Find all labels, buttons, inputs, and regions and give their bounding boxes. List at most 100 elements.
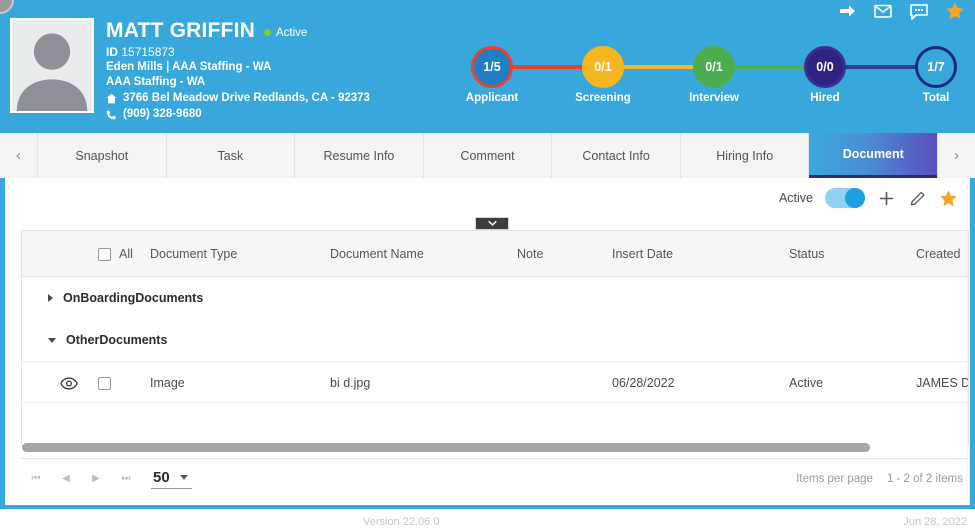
items-per-page-label: Items per page <box>796 472 873 485</box>
column-header-document-name[interactable]: Document Name <box>330 231 424 277</box>
candidate-id-label: ID <box>106 45 118 59</box>
star-icon[interactable] <box>945 1 965 21</box>
page-first-icon[interactable]: ⏮ <box>29 472 43 486</box>
column-header-document-type[interactable]: Document Type <box>150 231 237 277</box>
candidate-company: AAA Staffing - WA <box>106 76 206 88</box>
grid-collapse-handle[interactable] <box>475 217 509 230</box>
status-dot-icon <box>263 29 271 36</box>
grid-body: OnBoardingDocuments OtherDocuments Image bi… <box>22 277 968 444</box>
pipeline-stage-label: Screening <box>575 92 631 104</box>
page-prev-icon[interactable]: ◀ <box>59 472 73 486</box>
app-version: Version 22.06.0 <box>363 516 440 528</box>
chevron-right-icon: › <box>954 147 959 164</box>
select-all-label: All <box>119 247 133 261</box>
candidate-id-value: 15715873 <box>121 45 175 59</box>
candidate-phone: (909) 328-9680 <box>123 108 202 120</box>
page-last-icon[interactable]: ⏭ <box>119 472 133 486</box>
items-range-label: 1 - 2 of 2 items <box>886 472 963 485</box>
pipeline-stage-hired[interactable]: 0/0 <box>804 46 846 88</box>
toggle-knob <box>845 188 865 208</box>
cell-created: JAMES DO <box>916 376 968 390</box>
candidate-id: ID 15715873 <box>106 44 370 60</box>
chevron-left-icon: ‹ <box>16 147 21 164</box>
horizontal-scrollbar-thumb[interactable] <box>22 443 870 452</box>
current-date: Jun 28, 2022 <box>903 516 967 528</box>
pipeline-stage-total[interactable]: 1/7 <box>915 46 957 88</box>
pipeline-stage-applicant[interactable]: 1/5 <box>471 46 513 88</box>
chevron-down-icon <box>487 220 497 227</box>
candidate-name: MATT GRIFFIN <box>106 19 255 42</box>
tabs-scroll-left-button[interactable]: ‹ <box>0 133 38 178</box>
pipeline-connector <box>622 65 695 69</box>
caret-down-icon <box>48 337 56 343</box>
chat-icon[interactable] <box>909 1 929 21</box>
phone-icon <box>106 109 116 119</box>
tab-contact-info[interactable]: Contact Info <box>552 133 681 178</box>
pipeline-stage-label: Applicant <box>465 92 519 104</box>
corner-badge-icon <box>0 0 14 14</box>
candidate-phone-row: (909) 328-9680 <box>106 106 370 122</box>
mail-icon[interactable] <box>873 1 893 21</box>
group-row-label: OnBoardingDocuments <box>63 291 204 305</box>
active-filter-toggle[interactable] <box>825 188 865 208</box>
pipeline-stage-screening[interactable]: 0/1 <box>582 46 624 88</box>
home-icon <box>106 93 117 103</box>
select-all-checkbox[interactable] <box>98 247 111 261</box>
chevron-down-icon <box>179 474 188 480</box>
candidate-address-row: 3766 Bel Meadow Drive Redlands, CA - 923… <box>106 90 370 106</box>
caret-right-icon <box>48 294 53 302</box>
candidate-header: MATT GRIFFIN Active ID 15715873 Eden Mil… <box>0 0 975 133</box>
share-arrow-icon[interactable] <box>837 1 857 21</box>
pipeline-stage-label: Interview <box>689 92 739 104</box>
tab-bar: ‹ Snapshot Task Resume Info Comment Contact … <box>0 133 975 178</box>
horizontal-scrollbar-track[interactable] <box>21 443 969 452</box>
document-panel: Active All Document Type Document Name N… <box>0 178 975 505</box>
column-header-created[interactable]: Created <box>916 231 960 277</box>
status-badge: Active <box>263 23 308 39</box>
column-header-note[interactable]: Note <box>517 231 543 277</box>
cell-insert-date: 06/28/2022 <box>612 376 675 390</box>
select-all-cell[interactable]: All <box>98 231 133 277</box>
page-size-value: 50 <box>153 468 170 486</box>
tab-snapshot[interactable]: Snapshot <box>38 133 167 178</box>
tab-hiring-info[interactable]: Hiring Info <box>680 133 810 178</box>
add-document-button[interactable] <box>877 189 896 208</box>
pipeline-connector <box>733 65 806 69</box>
status-bar: Version 22.06.0 Jun 28, 2022 <box>0 505 975 532</box>
pager-buttons: ⏮ ◀ ▶ ⏭ <box>29 472 133 486</box>
avatar <box>10 18 94 113</box>
pipeline-stage-interview[interactable]: 0/1 <box>693 46 735 88</box>
row-select-cell[interactable] <box>98 362 111 404</box>
grid-pager: ⏮ ◀ ▶ ⏭ 50 Items per page 1 - 2 of 2 ite… <box>21 458 969 498</box>
status-badge-label: Active <box>275 26 308 39</box>
group-row-label: OtherDocuments <box>66 333 168 347</box>
active-filter-label: Active <box>778 191 813 205</box>
grid-header-row: All Document Type Document Name Note Insert… <box>22 231 968 277</box>
tab-document[interactable]: Document <box>809 133 938 178</box>
cell-status: Active <box>789 376 824 390</box>
cell-document-type: Image <box>150 376 185 390</box>
column-header-status[interactable]: Status <box>789 231 824 277</box>
eye-icon <box>60 376 78 390</box>
row-checkbox[interactable] <box>98 376 111 390</box>
page-next-icon[interactable]: ▶ <box>89 472 103 486</box>
candidate-branch: Eden Mills | AAA Staffing - WA <box>106 61 272 73</box>
pipeline-connector <box>511 65 584 69</box>
header-action-icons <box>837 1 965 21</box>
tabs-scroll-right-button[interactable]: › <box>937 133 975 178</box>
candidate-address: 3766 Bel Meadow Drive Redlands, CA - 923… <box>123 92 370 104</box>
tab-resume-info[interactable]: Resume Info <box>295 133 424 178</box>
table-row[interactable]: Image bi d.jpg 06/28/2022 Active JAMES DO <box>22 361 968 404</box>
edit-document-button[interactable] <box>908 189 927 208</box>
tab-comment[interactable]: Comment <box>423 133 553 178</box>
application-window: MATT GRIFFIN Active ID 15715873 Eden Mil… <box>0 0 975 532</box>
documents-grid: All Document Type Document Name Note Insert… <box>21 230 969 445</box>
column-header-insert-date[interactable]: Insert Date <box>612 231 673 277</box>
group-row[interactable]: OnBoardingDocuments <box>22 277 968 319</box>
pager-info: Items per page 1 - 2 of 2 items <box>796 473 963 485</box>
tab-task[interactable]: Task <box>166 133 296 178</box>
favorite-documents-button[interactable] <box>939 189 958 208</box>
page-size-selector[interactable]: 50 <box>151 469 192 489</box>
group-row[interactable]: OtherDocuments <box>22 319 968 361</box>
preview-document-button[interactable] <box>60 362 78 404</box>
